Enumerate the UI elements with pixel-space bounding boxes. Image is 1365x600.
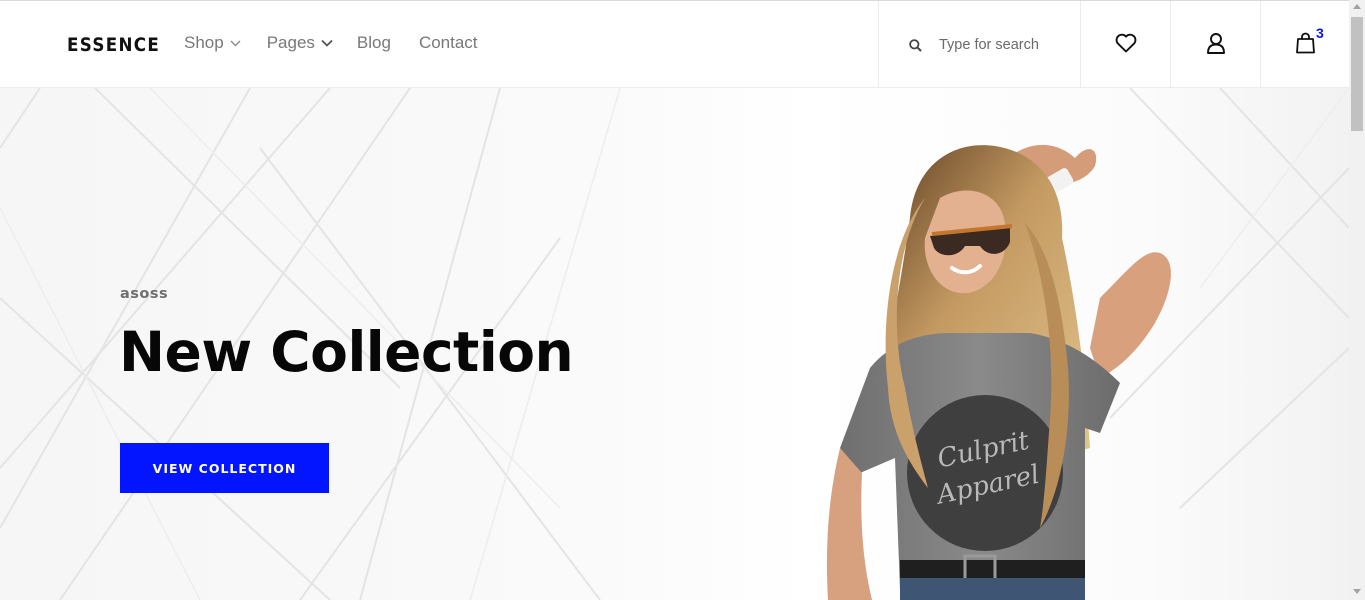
nav-blog[interactable]: Blog	[357, 33, 391, 53]
nav-pages-label: Pages	[266, 33, 315, 52]
nav-pages[interactable]: Pages	[267, 33, 333, 53]
wishlist-button[interactable]	[1080, 1, 1170, 88]
scrollbar-thumb[interactable]	[1351, 17, 1363, 131]
hero-banner: asoss New Collection VIEW COLLECTION Cul…	[0, 88, 1349, 600]
view-collection-button[interactable]: VIEW COLLECTION	[120, 443, 329, 493]
heart-icon	[1115, 33, 1137, 57]
page-scrollbar[interactable]	[1349, 0, 1365, 600]
account-button[interactable]	[1170, 1, 1260, 88]
hero-model-image: Culprit Apparel	[826, 144, 1171, 600]
search-input[interactable]	[939, 34, 1069, 56]
site-logo[interactable]: ESSENCE	[67, 34, 160, 56]
search-box	[878, 1, 1080, 88]
nav-contact[interactable]: Contact	[419, 33, 478, 53]
search-icon[interactable]	[909, 39, 922, 52]
nav-shop-label: Shop	[184, 33, 224, 52]
scroll-down-arrow-icon[interactable]	[1353, 589, 1361, 594]
shopping-bag-icon	[1295, 32, 1315, 58]
cart-count-badge: 3	[1316, 25, 1324, 41]
chevron-down-icon	[230, 40, 241, 47]
hero-title: New Collection	[119, 320, 574, 384]
hero-subtitle: asoss	[120, 286, 169, 302]
scroll-up-arrow-icon[interactable]	[1353, 4, 1361, 9]
nav-shop[interactable]: Shop	[184, 33, 241, 53]
main-nav: Shop Pages Blog Contact	[184, 33, 478, 53]
site-header: ESSENCE Shop Pages Blog Contact Type for…	[0, 0, 1349, 88]
chevron-down-icon	[321, 39, 333, 47]
user-icon	[1206, 32, 1226, 58]
cart-button[interactable]: 3	[1260, 1, 1349, 88]
page: ESSENCE Shop Pages Blog Contact Type for…	[0, 0, 1365, 600]
